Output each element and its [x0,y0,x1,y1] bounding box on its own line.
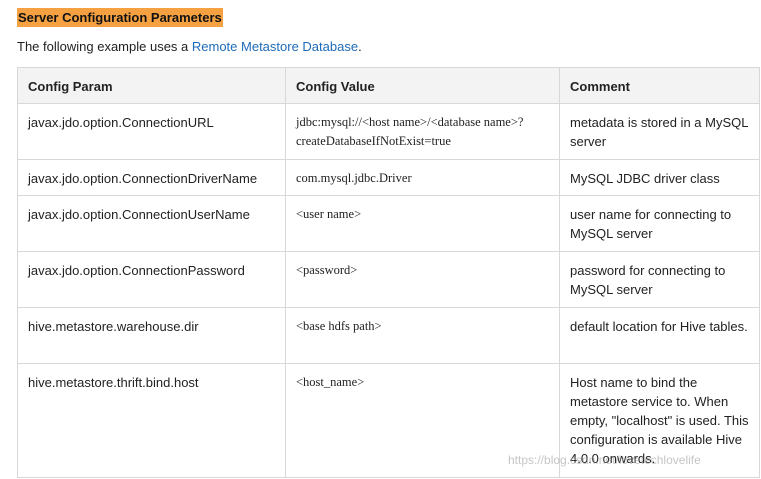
comment-cell: Host name to bind the metastore service … [559,363,760,478]
intro-text: The following example uses a [17,39,192,54]
column-header-comment: Comment [559,67,760,104]
table-row: javax.jdo.option.ConnectionURL jdbc:mysq… [17,103,760,160]
comment-cell: MySQL JDBC driver class [559,159,760,196]
table-row: javax.jdo.option.ConnectionUserName <use… [17,195,760,252]
column-header-config-value: Config Value [285,67,560,104]
config-value-cell: <user name> [285,195,560,252]
config-param-cell: hive.metastore.thrift.bind.host [17,363,286,478]
section-heading: Server Configuration Parameters [17,8,223,27]
table-row: hive.metastore.warehouse.dir <base hdfs … [17,307,760,364]
table-header-row: Config Param Config Value Comment [17,67,760,104]
table-row: hive.metastore.thrift.bind.host <host_na… [17,363,760,478]
table-row: javax.jdo.option.ConnectionPassword <pas… [17,251,760,308]
remote-metastore-link[interactable]: Remote Metastore Database [192,39,358,54]
config-parameters-table: Config Param Config Value Comment javax.… [17,67,760,478]
config-param-cell: javax.jdo.option.ConnectionURL [17,103,286,160]
intro-paragraph: The following example uses a Remote Meta… [17,38,362,55]
intro-suffix: . [358,39,362,54]
config-value-cell: <base hdfs path> [285,307,560,364]
comment-cell: metadata is stored in a MySQL server [559,103,760,160]
config-value-cell: <host_name> [285,363,560,478]
config-param-cell: javax.jdo.option.ConnectionUserName [17,195,286,252]
config-param-cell: hive.metastore.warehouse.dir [17,307,286,364]
column-header-config-param: Config Param [17,67,286,104]
comment-cell: password for connecting to MySQL server [559,251,760,308]
comment-cell: default location for Hive tables. [559,307,760,364]
config-param-cell: javax.jdo.option.ConnectionDriverName [17,159,286,196]
config-value-cell: com.mysql.jdbc.Driver [285,159,560,196]
config-value-cell: jdbc:mysql://<host name>/<database name>… [285,103,560,160]
config-param-cell: javax.jdo.option.ConnectionPassword [17,251,286,308]
config-value-cell: <password> [285,251,560,308]
table-row: javax.jdo.option.ConnectionDriverName co… [17,159,760,196]
comment-cell: user name for connecting to MySQL server [559,195,760,252]
